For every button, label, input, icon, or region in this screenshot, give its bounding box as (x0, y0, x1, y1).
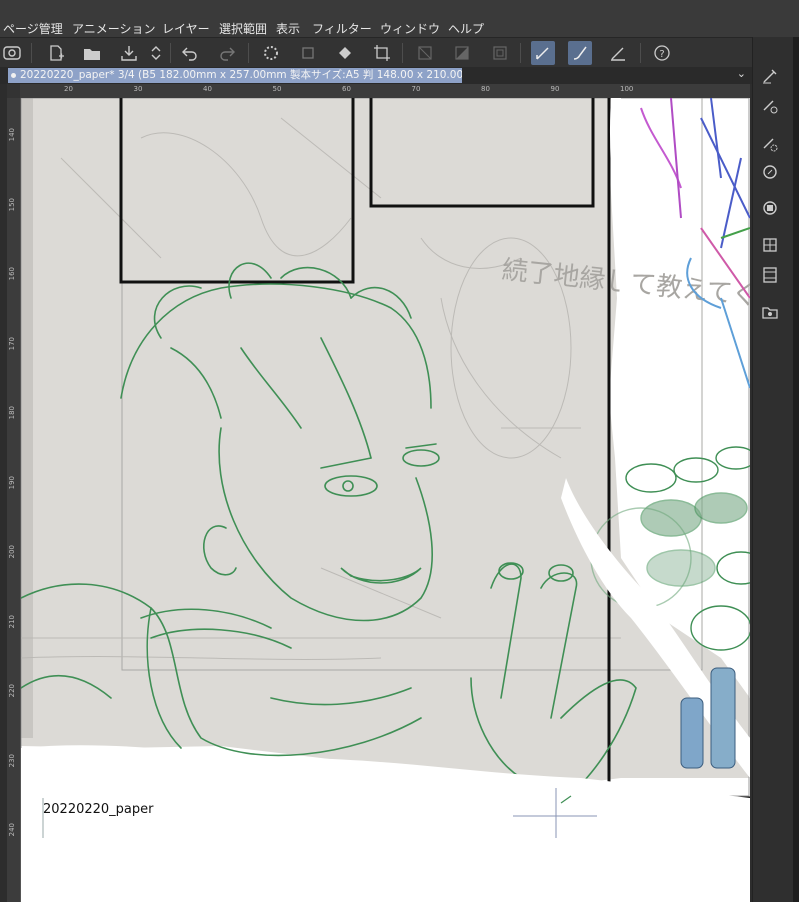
menu-bar: ページ管理 アニメーション レイヤー 選択範囲 表示 フィルター ウィンドウ ヘ… (0, 0, 799, 37)
toolbar-divider (520, 43, 521, 63)
new-file-icon[interactable] (44, 41, 68, 65)
toolbar-divider (248, 43, 249, 63)
ruler-tick-label: 190 (8, 475, 16, 489)
menu-selection[interactable]: 選択範囲 (219, 20, 267, 37)
ruler-tick-label: 90 (550, 85, 560, 93)
horizontal-ruler[interactable]: 20 30 40 50 60 70 80 90 100 (20, 84, 750, 99)
layer-properties-icon[interactable] (759, 197, 781, 219)
ruler-tick-label: 170 (8, 336, 16, 350)
save-icon[interactable] (117, 41, 141, 65)
menu-animation[interactable]: アニメーション (72, 20, 156, 37)
menu-layer[interactable]: レイヤー (162, 20, 210, 37)
open-folder-icon[interactable] (80, 41, 104, 65)
ruler-tick-label: 100 (620, 85, 634, 93)
pen-tool-icon[interactable] (531, 41, 555, 65)
toolbar-divider (640, 43, 641, 63)
chevron-up-down-icon[interactable] (144, 41, 168, 65)
loading-spinner-icon[interactable] (259, 41, 283, 65)
fill-bucket-icon[interactable] (333, 41, 357, 65)
pencil-tool-icon[interactable] (606, 41, 630, 65)
ruler-tick-label: 220 (8, 684, 16, 698)
fill-layer-icon[interactable] (450, 41, 474, 65)
material-folder-icon[interactable] (759, 301, 781, 323)
drawing-canvas[interactable]: 続了地縁して教えてくれ (21, 98, 750, 902)
pen-pressure-icon[interactable] (759, 95, 781, 117)
toolbar-divider (402, 43, 403, 63)
ruler-corner (7, 84, 20, 98)
toolbar-divider (31, 43, 32, 63)
menu-view[interactable]: 表示 (276, 20, 300, 37)
ruler-tick-label: 80 (481, 85, 490, 93)
navigator-icon[interactable] (759, 161, 781, 183)
document-tab[interactable]: 20220220_paper* 3/4 (B5 182.00mm x 257.0… (8, 68, 462, 83)
page-label: 20220220_paper (43, 802, 154, 817)
ruler-tick-label: 30 (133, 85, 143, 93)
undo-icon[interactable] (178, 41, 202, 65)
menu-filter[interactable]: フィルター (312, 20, 372, 37)
toolbar-divider (170, 43, 171, 63)
help-icon[interactable]: ? (650, 41, 674, 65)
ruler-tick-label: 230 (8, 753, 16, 767)
ruler-tick-label: 150 (8, 197, 16, 211)
chevron-down-icon[interactable]: ⌄ (737, 67, 746, 80)
ruler-tick-label: 140 (8, 128, 16, 142)
ruler-tick-label: 160 (8, 267, 16, 281)
ruler-tick-label: 20 (64, 85, 73, 93)
crop-icon[interactable] (370, 41, 394, 65)
ruler-tick-label: 210 (8, 614, 16, 628)
filmstrip-icon[interactable] (759, 264, 781, 286)
app-logo-icon[interactable] (0, 41, 24, 65)
ruler-tick-label: 70 (411, 85, 421, 93)
document-tab-title: 20220220_paper* 3/4 (B5 182.00mm x 257.0… (20, 69, 462, 81)
transform-icon[interactable] (296, 41, 320, 65)
command-bar: ? (0, 37, 799, 68)
clear-layer-icon[interactable] (413, 41, 437, 65)
layers-grid-icon[interactable] (759, 234, 781, 256)
ruler-tick-label: 180 (8, 406, 16, 420)
artwork: 続了地縁して教えてくれ (21, 98, 750, 902)
tool-palette (752, 37, 799, 902)
document-tab-bar: 20220220_paper* 3/4 (B5 182.00mm x 257.0… (0, 67, 752, 84)
layer-border-icon[interactable] (488, 41, 512, 65)
pen-gear-icon[interactable] (759, 133, 781, 155)
redo-icon[interactable] (215, 41, 239, 65)
ruler-tick-label: 200 (8, 545, 16, 559)
ruler-tick-label: 40 (203, 85, 212, 93)
pen-settings-icon[interactable] (759, 65, 781, 87)
panel-edge (793, 37, 799, 902)
ruler-tick-label: 50 (272, 85, 282, 93)
ruler-tick-label: 240 (8, 823, 16, 837)
menu-help[interactable]: ヘルプ (448, 20, 484, 37)
ruler-tick-label: 60 (342, 85, 351, 93)
menu-page-management[interactable]: ページ管理 (3, 20, 63, 37)
svg-text:?: ? (659, 49, 664, 60)
brush-tool-icon[interactable] (568, 41, 592, 65)
vertical-ruler[interactable]: 140 150 160 170 180 190 200 210 220 230 240 (7, 98, 21, 902)
menu-window[interactable]: ウィンドウ (380, 20, 440, 37)
modified-dot-icon (11, 73, 16, 78)
